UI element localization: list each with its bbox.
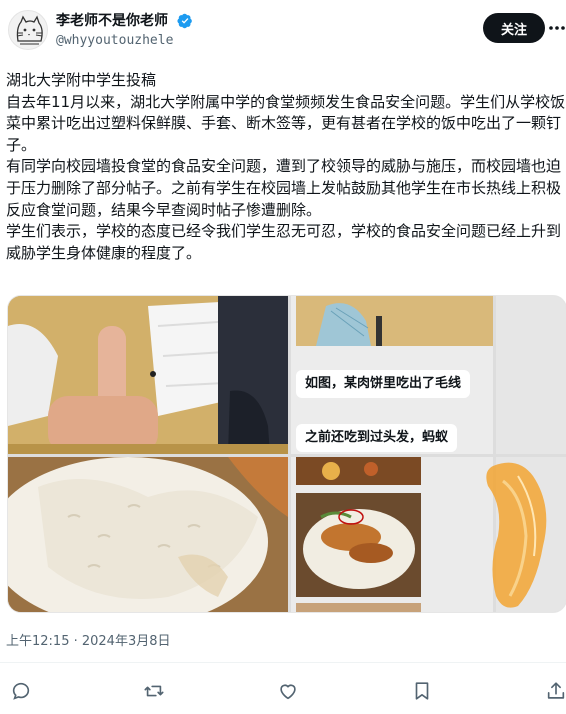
post-timestamp[interactable]: 上午12:15 · 2024年3月8日	[6, 630, 171, 649]
chat-bubble: 如图，某肉饼里吃出了毛线	[296, 370, 471, 398]
divider	[0, 662, 566, 663]
verified-badge-icon	[177, 13, 192, 29]
post-text: 湖北大学附中学生投稿 自去年11月以来，湖北大学附属中学的食堂频频发生食品安全问…	[6, 71, 566, 262]
more-icon[interactable]	[548, 18, 566, 38]
photo-plastic-film[interactable]	[496, 296, 566, 454]
photo-chat-screenshot[interactable]: 如图，某肉饼里吃出了毛线 之前还吃到过头发，蚂蚁	[291, 296, 493, 454]
media-grid[interactable]: 如图，某肉饼里吃出了毛线 之前还吃到过头发，蚂蚁	[7, 295, 566, 613]
cat-sketch-icon	[16, 15, 43, 45]
like-icon[interactable]	[277, 680, 301, 704]
action-bar	[0, 676, 566, 708]
handle[interactable]: @whyyoutouzhele	[56, 33, 173, 49]
post-header: 李老师不是你老师 @whyyoutouzhele 关注	[0, 0, 566, 60]
avatar[interactable]	[8, 10, 48, 50]
share-icon[interactable]	[545, 680, 566, 704]
follow-button[interactable]: 关注	[483, 13, 545, 43]
display-name[interactable]: 李老师不是你老师	[56, 12, 168, 30]
reply-icon[interactable]	[10, 680, 34, 704]
plastic-film-shape	[486, 462, 547, 608]
photo-desk-napkin[interactable]	[8, 296, 288, 454]
chat-bubble: 之前还吃到过头发，蚂蚁	[296, 424, 458, 452]
bookmark-icon[interactable]	[411, 680, 435, 704]
retweet-icon[interactable]	[143, 680, 167, 704]
photo-rice-close-up[interactable]	[8, 457, 288, 612]
